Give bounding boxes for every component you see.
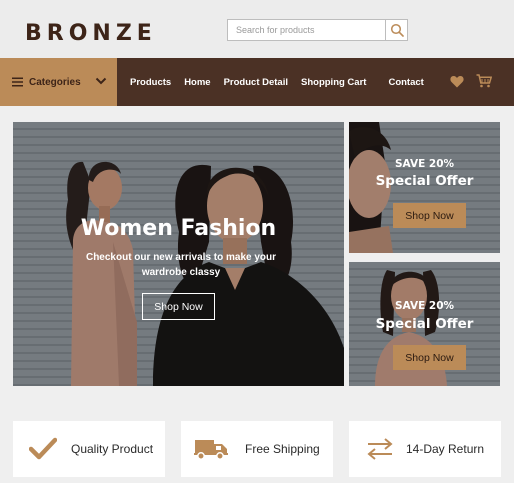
nav-link-shopping-cart[interactable]: Shopping Cart (301, 77, 366, 88)
nav-link-product-detail[interactable]: Product Detail (224, 77, 288, 88)
nav-links: Products Home Product Detail Shopping Ca… (130, 58, 437, 106)
categories-label: Categories (29, 76, 81, 88)
feature-free-shipping: Free Shipping (181, 421, 333, 477)
search-icon (390, 23, 404, 37)
categories-dropdown[interactable]: Categories (0, 58, 117, 106)
chevron-down-icon (95, 77, 107, 85)
brand-logo[interactable]: BRONZE (25, 21, 157, 46)
offer-title: Special Offer (375, 316, 474, 332)
hero-shop-now-button[interactable]: Shop Now (142, 293, 215, 320)
offer-shop-now-button[interactable]: Shop Now (393, 203, 466, 228)
offer-save-text: SAVE 20% (394, 158, 455, 170)
check-icon (29, 437, 57, 460)
feature-label: 14-Day Return (406, 442, 485, 456)
feature-return: 14-Day Return (349, 421, 501, 477)
offer-card: SAVE 20% Special Offer Shop Now (349, 122, 500, 253)
main-navbar: Categories Products Home Product Detail … (0, 58, 514, 106)
exchange-arrows-icon (367, 438, 393, 460)
top-header: BRONZE (0, 0, 514, 58)
nav-icons (450, 74, 492, 88)
offer-shop-now-button[interactable]: Shop Now (393, 345, 466, 370)
feature-label: Quality Product (71, 442, 154, 456)
offer-save-text: SAVE 20% (394, 300, 455, 312)
hero-banner: Women Fashion Checkout our new arrivals … (13, 122, 344, 386)
search-bar (227, 19, 408, 41)
feature-quality-product: Quality Product (13, 421, 165, 477)
truck-icon (194, 440, 228, 460)
cart-icon[interactable] (476, 74, 492, 88)
hero-subtitle: Checkout our new arrivals to make your w… (85, 252, 277, 278)
nav-link-products[interactable]: Products (130, 77, 171, 88)
offer-card: SAVE 20% Special Offer Shop Now (349, 262, 500, 386)
heart-icon[interactable] (450, 75, 464, 88)
nav-link-contact[interactable]: Contact (388, 77, 423, 88)
feature-label: Free Shipping (245, 442, 320, 456)
search-input[interactable] (228, 20, 386, 40)
offer-title: Special Offer (375, 173, 474, 189)
search-button[interactable] (385, 20, 407, 40)
nav-link-home[interactable]: Home (184, 77, 210, 88)
menu-icon (12, 77, 23, 87)
hero-title: Women Fashion (80, 216, 277, 241)
